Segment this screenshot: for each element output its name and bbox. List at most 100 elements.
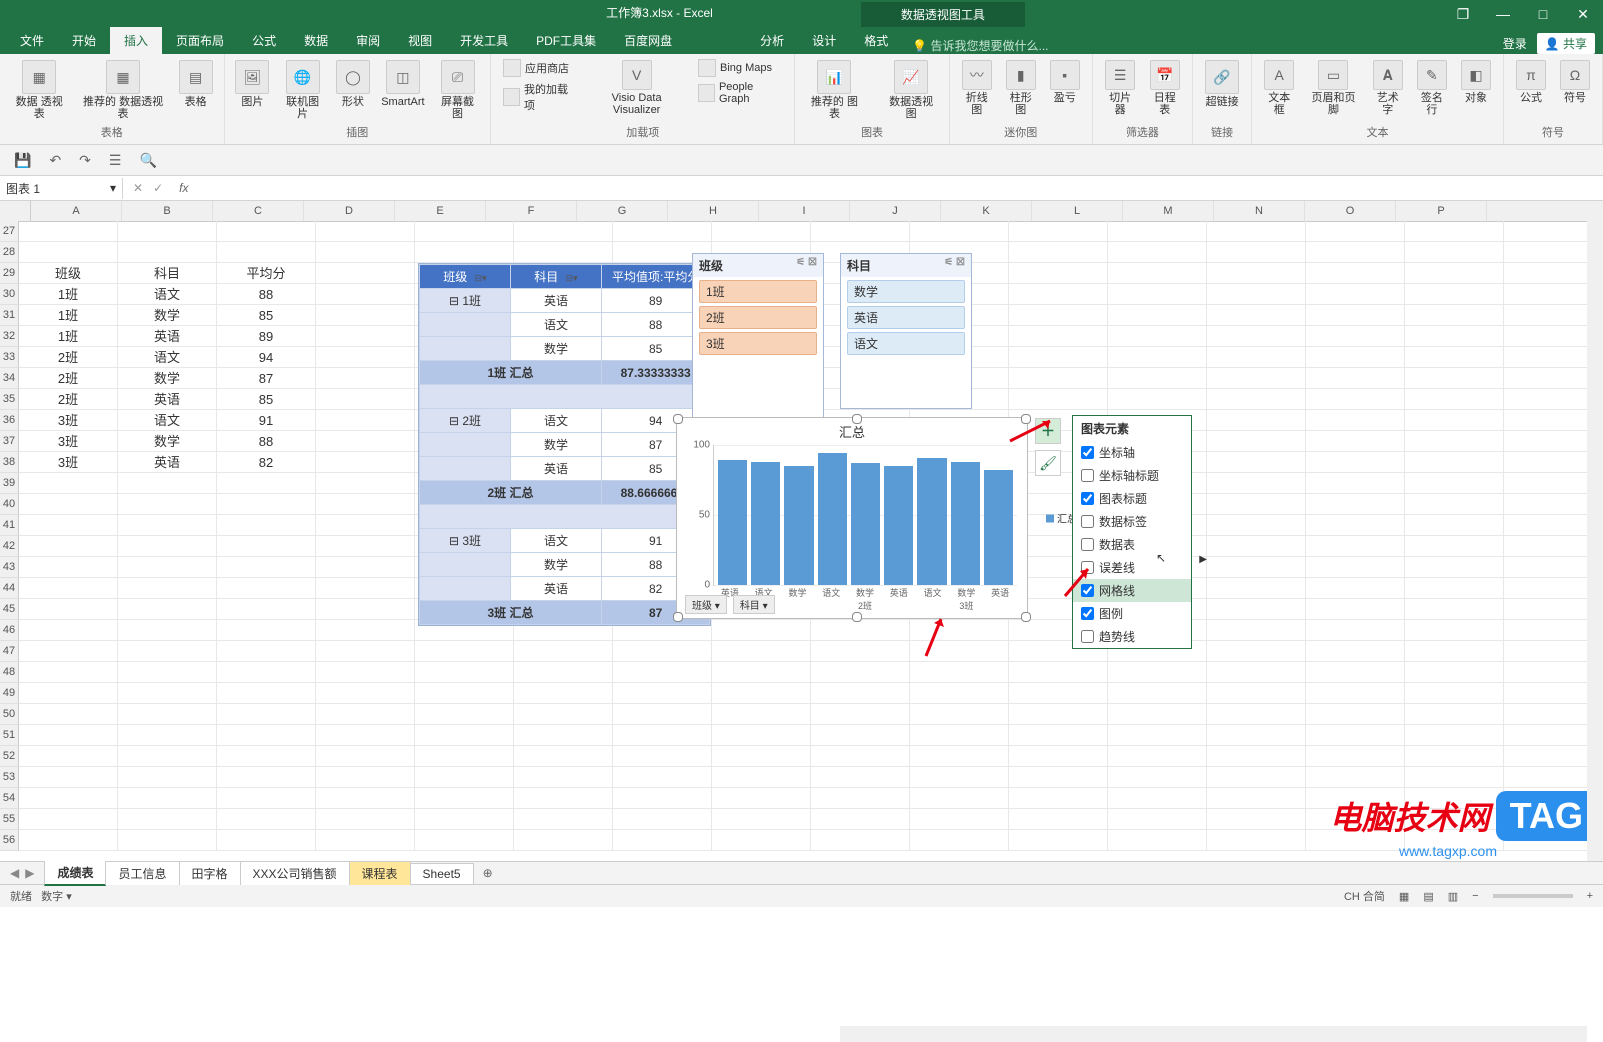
cell[interactable] [1108,305,1207,326]
cell[interactable] [316,746,415,767]
cell[interactable] [514,704,613,725]
cell[interactable] [1009,830,1108,851]
cell[interactable] [1405,704,1504,725]
submenu-arrow-icon[interactable]: ▶ [1199,554,1207,565]
tab-pagelayout[interactable]: 页面布局 [162,27,238,54]
cell[interactable] [613,767,712,788]
cell[interactable] [19,725,118,746]
cell[interactable] [217,536,316,557]
slicer-item[interactable]: 1班 [699,280,817,303]
sheet-tab[interactable]: XXX公司销售额 [240,861,350,885]
store-button[interactable]: 应用商店 [499,58,579,78]
pictures-button[interactable]: 🖼图片 [233,58,273,110]
cell[interactable] [316,809,415,830]
smartart-button[interactable]: ◫SmartArt [379,58,427,110]
object-button[interactable]: ◧对象 [1457,58,1495,106]
cell[interactable] [217,242,316,263]
cell[interactable] [1207,389,1306,410]
cell[interactable] [613,830,712,851]
checkbox[interactable] [1081,630,1094,643]
tab-review[interactable]: 审阅 [342,27,394,54]
cell[interactable] [613,221,712,242]
column-header[interactable]: N [1214,201,1305,221]
cell[interactable] [1108,683,1207,704]
cell[interactable] [316,494,415,515]
cell[interactable] [1405,557,1504,578]
slicer-item[interactable]: 英语 [847,306,965,329]
share-button[interactable]: 👤 共享 [1537,33,1595,54]
cell[interactable]: 3班 [19,452,118,473]
cell[interactable] [1306,242,1405,263]
cell[interactable] [19,641,118,662]
cell[interactable]: 数学 [118,431,217,452]
cell[interactable]: 数学 [118,368,217,389]
cell[interactable] [316,263,415,284]
cell[interactable] [415,242,514,263]
resize-handle[interactable] [1021,612,1031,622]
cancel-formula-icon[interactable]: ✕ [133,181,143,195]
cell[interactable] [217,767,316,788]
chart-plot-area[interactable]: 050100 [713,445,1017,586]
column-header[interactable]: K [941,201,1032,221]
row-header[interactable]: 40 [0,494,19,515]
cell[interactable] [316,683,415,704]
cell[interactable] [1009,284,1108,305]
cell[interactable] [712,788,811,809]
cell[interactable] [118,515,217,536]
cell[interactable] [415,641,514,662]
cell[interactable] [910,221,1009,242]
cell[interactable] [1207,725,1306,746]
timeline-button[interactable]: 📅日程表 [1145,58,1184,118]
cell[interactable] [217,515,316,536]
cell[interactable] [712,662,811,683]
cell[interactable] [1405,662,1504,683]
cell[interactable]: 英语 [118,326,217,347]
cell[interactable] [1207,662,1306,683]
cell[interactable] [514,767,613,788]
cell[interactable] [19,599,118,620]
cell[interactable]: 平均分 [217,263,316,284]
row-header[interactable]: 41 [0,515,19,536]
cell[interactable] [415,221,514,242]
cell[interactable]: 2班 [19,368,118,389]
visio-button[interactable]: VVisio Data Visualizer [585,58,688,118]
cell[interactable] [316,326,415,347]
chart-element-option[interactable]: 图例 [1073,602,1191,625]
cell[interactable] [118,620,217,641]
cell[interactable] [712,221,811,242]
cell[interactable] [1405,620,1504,641]
column-header[interactable]: P [1396,201,1487,221]
row-header[interactable]: 53 [0,767,19,788]
cell[interactable] [415,704,514,725]
column-header[interactable]: E [395,201,486,221]
cell[interactable] [712,683,811,704]
cell[interactable] [316,788,415,809]
sheet-tab[interactable]: 田字格 [179,861,241,885]
cell[interactable] [1108,326,1207,347]
sparkline-line-button[interactable]: 〰折线图 [958,58,996,118]
row-header[interactable]: 44 [0,578,19,599]
bingmaps-button[interactable]: Bing Maps [694,58,786,78]
cell[interactable] [1405,746,1504,767]
row-header[interactable]: 27 [0,221,19,242]
cell[interactable] [811,788,910,809]
cell[interactable] [1405,473,1504,494]
chart-bar[interactable] [984,470,1013,585]
cell[interactable] [217,494,316,515]
tab-insert[interactable]: 插入 [110,27,162,54]
cell[interactable] [1405,725,1504,746]
redo-icon[interactable]: ↷ [79,152,91,169]
tab-data[interactable]: 数据 [290,27,342,54]
cell[interactable] [1405,242,1504,263]
row-header[interactable]: 36 [0,410,19,431]
tab-file[interactable]: 文件 [6,27,58,54]
cell[interactable]: 2班 [19,347,118,368]
cell[interactable] [316,704,415,725]
cell[interactable] [316,578,415,599]
cell[interactable] [613,704,712,725]
cell[interactable]: 87 [217,368,316,389]
cell[interactable] [514,662,613,683]
cell[interactable] [1108,284,1207,305]
cell[interactable] [1108,242,1207,263]
cell[interactable]: 3班 [19,431,118,452]
